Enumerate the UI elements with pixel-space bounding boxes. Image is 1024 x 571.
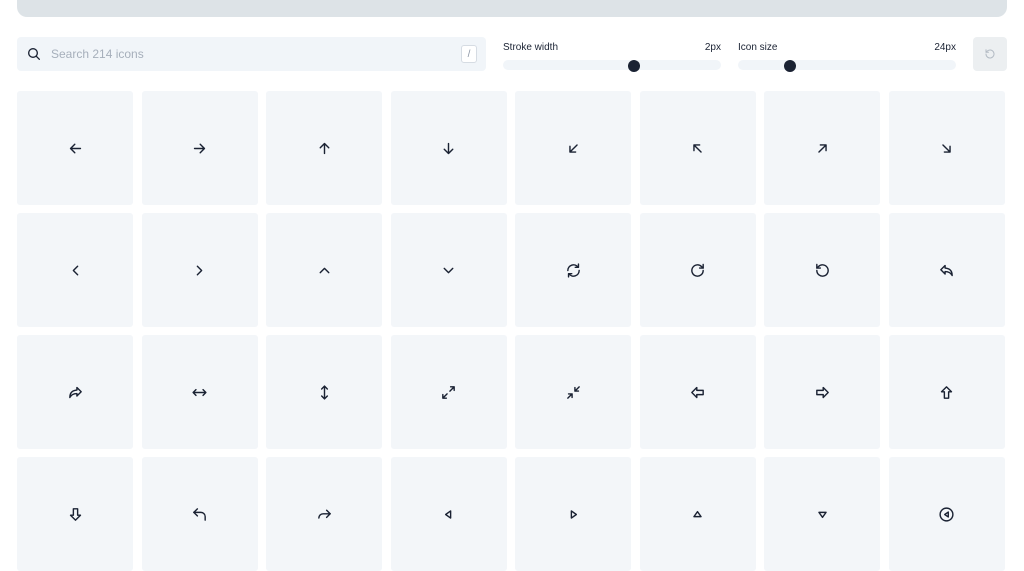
chevron-down-icon [443,267,454,273]
reset-button[interactable] [973,37,1007,71]
shrink-icon [566,385,580,399]
stroke-width-label: Stroke width [503,42,559,53]
icon-tile-triangle-down[interactable] [764,457,881,571]
icon-size-control: Icon size 24px [738,37,956,72]
triangle-left-icon [445,509,452,519]
arrow-up-left-icon [693,143,703,153]
chevron-left-icon [72,265,78,275]
icon-grid [17,91,1007,571]
arrow-big-left-icon [691,386,705,398]
triangle-down-icon [818,511,827,518]
icon-tile-expand[interactable] [390,335,507,449]
arrow-up-icon [319,142,330,154]
icon-tile-arrow-big-down[interactable] [17,457,133,571]
arrow-down-right-icon [942,143,952,153]
icon-tile-chevron-left[interactable] [17,213,133,327]
icon-tile-arrow-big-up[interactable] [888,335,1005,449]
icon-tile-triangle-up[interactable] [639,457,756,571]
toolbar: / Stroke width 2px Icon size 24px [17,37,1007,72]
corner-up-right-icon [317,509,331,519]
top-banner [17,0,1007,17]
circle-arrow-left-icon [939,506,955,522]
search-box[interactable]: / [17,37,486,71]
arrows-horizontal-icon [192,388,207,396]
icon-tile-rotate-ccw[interactable] [764,213,881,327]
icon-tile-arrow-left[interactable] [17,91,133,205]
reply-icon [940,264,954,276]
expand-icon [442,385,456,399]
icon-tile-corner-up-right[interactable] [266,457,383,571]
chevron-right-icon [196,265,203,275]
search-input[interactable] [51,37,451,71]
icon-tile-forward[interactable] [17,335,133,449]
icon-tile-chevron-down[interactable] [390,213,507,327]
icon-tile-reply[interactable] [888,213,1005,327]
icon-tile-triangle-left[interactable] [390,457,507,571]
icon-tile-rotate-cw[interactable] [639,213,756,327]
rotate-ccw-icon [816,263,829,277]
arrow-big-up-icon [941,385,953,399]
icon-tile-refresh[interactable] [515,213,632,327]
arrow-up-right-icon [818,143,827,153]
triangle-up-icon [693,510,703,517]
icon-tile-chevron-up[interactable] [266,213,383,327]
icon-tile-arrow-down[interactable] [390,91,507,205]
arrow-left-icon [69,143,81,153]
triangle-right-icon [570,509,577,519]
icon-tile-arrow-big-right[interactable] [764,335,881,449]
arrow-down-left-icon [569,143,578,153]
icon-tile-chevron-right[interactable] [141,213,258,327]
forward-icon [68,386,82,398]
icon-tile-corner-up-left[interactable] [141,457,258,571]
refresh-icon [566,262,580,278]
corner-up-left-icon [193,507,206,521]
icon-size-label: Icon size [738,42,778,53]
stroke-width-slider[interactable] [503,60,721,70]
icon-tile-triangle-right[interactable] [515,457,632,571]
search-shortcut-key: / [461,45,477,63]
chevron-up-icon [319,267,330,273]
icon-tile-arrow-up[interactable] [266,91,383,205]
rotate-ccw-icon [985,49,995,59]
arrow-right-icon [193,143,206,153]
icon-size-slider[interactable] [738,60,956,70]
stroke-width-value: 2px [704,42,721,53]
icon-tile-arrow-right[interactable] [141,91,258,205]
rotate-cw-icon [691,263,705,277]
icon-tile-arrows-vertical[interactable] [266,335,383,449]
arrow-big-down-icon [69,507,81,521]
icon-tile-arrow-down-right[interactable] [888,91,1005,205]
icon-tile-shrink[interactable] [515,335,632,449]
icon-tile-arrow-up-left[interactable] [639,91,756,205]
arrow-down-icon [443,142,454,154]
icon-tile-circle-arrow-left[interactable] [888,457,1005,571]
icon-tile-arrow-up-right[interactable] [764,91,881,205]
icon-size-slider-thumb[interactable] [784,60,797,72]
arrows-vertical-icon [320,384,328,400]
icon-tile-arrows-horizontal[interactable] [141,335,258,449]
stroke-width-slider-thumb[interactable] [627,60,640,72]
icon-tile-arrow-big-left[interactable] [639,335,756,449]
icon-size-value: 24px [934,42,956,53]
icon-tile-arrow-down-left[interactable] [515,91,632,205]
stroke-width-control: Stroke width 2px [503,37,721,72]
arrow-big-right-icon [816,386,829,398]
search-icon [28,48,40,60]
